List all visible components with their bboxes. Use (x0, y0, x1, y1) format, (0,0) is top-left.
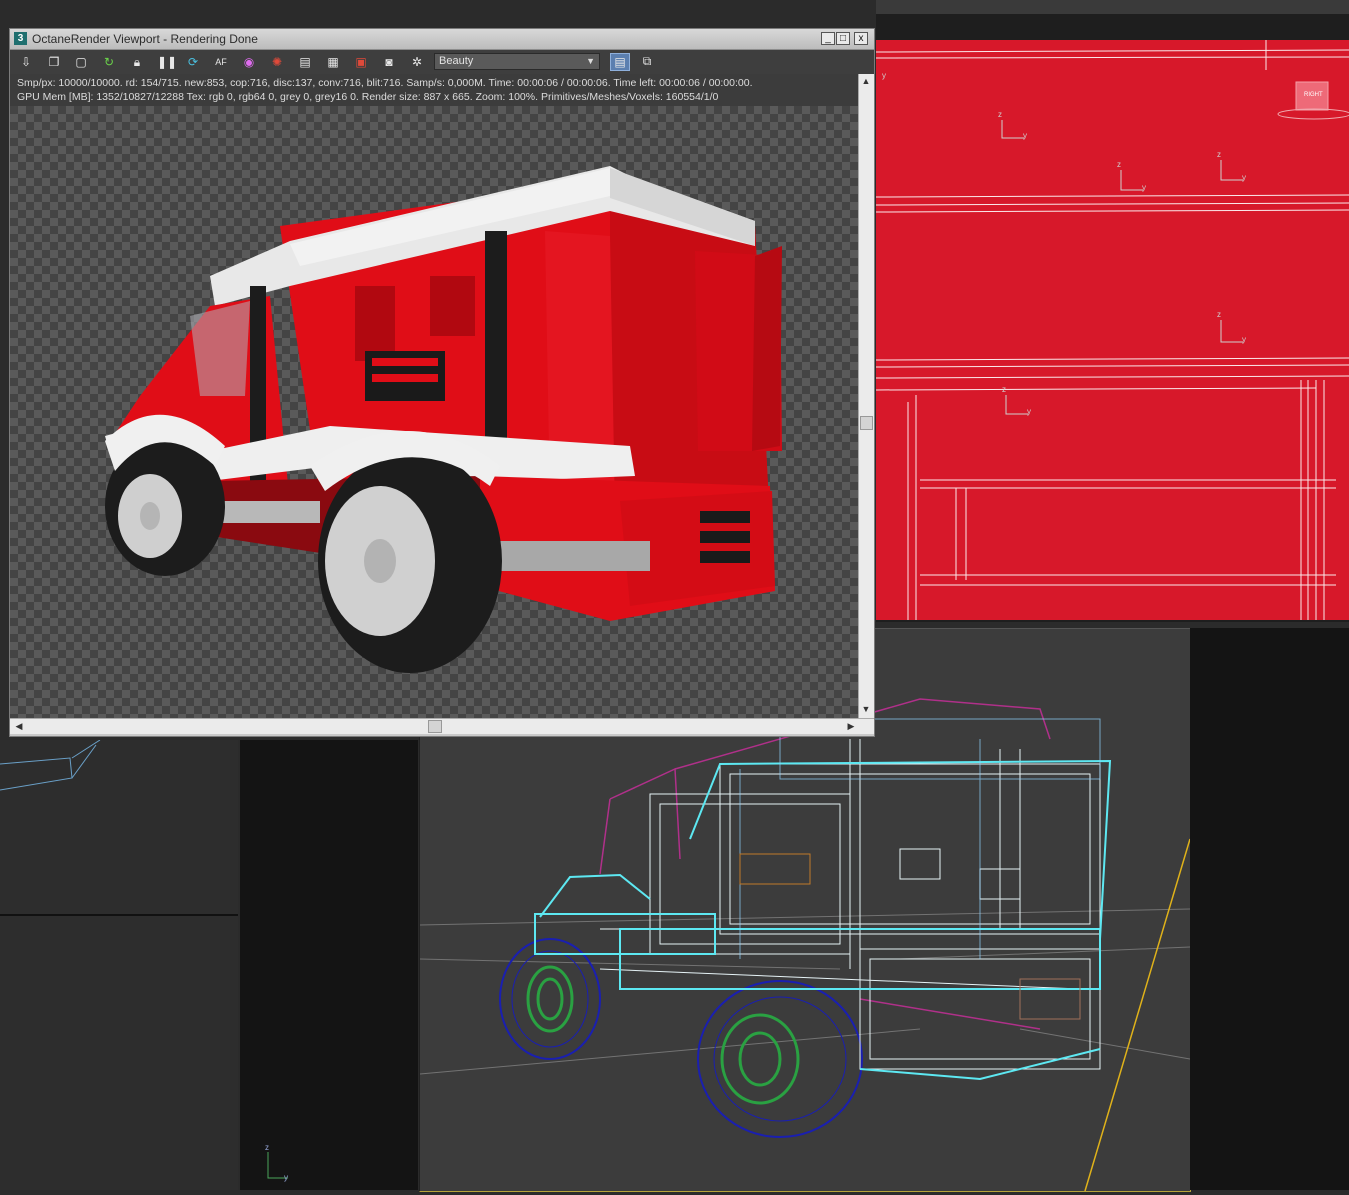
minimize-button[interactable]: _ (821, 32, 835, 45)
material-picker-icon[interactable]: ✺ (269, 54, 285, 70)
scroll-right-arrow[interactable]: ▶ (844, 719, 858, 733)
vertical-scroll-thumb[interactable] (860, 416, 873, 430)
horizontal-scrollbar[interactable]: ◀ ▶ (10, 718, 874, 734)
render-stats-line-1: Smp/px: 10000/10000. rd: 154/715. new:85… (17, 77, 753, 89)
info-panel-toggle[interactable]: ▤ (610, 53, 630, 71)
toolbar: ⇩ ❐ ▢ ↻ 🔒︎ ❚❚ ⟳ AF ◉ ✺ ▤ ▦ ▣ ◙ ✲ Beauty … (10, 50, 874, 74)
left-viewport[interactable] (0, 739, 238, 1190)
render-pass-select[interactable]: Beauty ▼ (434, 53, 600, 70)
maximize-button[interactable]: □ (836, 32, 850, 45)
screenshot-icon[interactable]: ◙ (381, 54, 397, 70)
right-viewport[interactable]: z y z y z y z y z y y RIGHT (876, 0, 1349, 622)
render-region-icon[interactable]: ▤ (297, 54, 313, 70)
wire-wheel-rear (697, 980, 863, 1138)
front-viewport-axis: z y (265, 1143, 288, 1182)
vertical-scrollbar[interactable]: ▲ ▼ (858, 74, 874, 718)
refresh-icon[interactable]: ⟳ (185, 54, 201, 70)
svg-text:y: y (1142, 183, 1146, 192)
svg-text:z: z (998, 110, 1002, 119)
horizontal-scroll-thumb[interactable] (428, 720, 442, 733)
axis-label-z: z (265, 1143, 269, 1152)
scroll-up-arrow[interactable]: ▲ (859, 74, 873, 88)
view-cube-label: RIGHT (1304, 92, 1323, 98)
lock-icon[interactable]: 🔒︎ (129, 54, 145, 70)
color-picker-icon[interactable]: ◉ (241, 54, 257, 70)
axis-label-y: y (284, 1173, 288, 1182)
render-canvas[interactable] (10, 106, 858, 718)
wire-wheel-front (499, 938, 601, 1060)
svg-text:z: z (1002, 385, 1006, 394)
copy-icon[interactable]: ❐ (46, 54, 62, 70)
rendered-fire-truck (105, 166, 782, 673)
render-pass-value: Beauty (439, 55, 474, 67)
title-bar[interactable]: 3 OctaneRender Viewport - Rendering Done… (10, 29, 874, 50)
svg-text:y: y (1023, 131, 1027, 140)
app-icon: 3 (14, 32, 27, 45)
chevron-down-icon: ▼ (586, 56, 595, 66)
svg-text:y: y (1242, 335, 1246, 344)
film-region-icon[interactable]: ▦ (325, 54, 341, 70)
camera-icon[interactable]: ▣ (353, 54, 369, 70)
zoom-region-icon[interactable]: ▢ (73, 54, 89, 70)
restart-icon[interactable]: ↻ (101, 54, 117, 70)
left-viewport-lines (0, 739, 238, 916)
autofocus-icon[interactable]: AF (213, 54, 229, 70)
scroll-left-arrow[interactable]: ◀ (12, 719, 26, 733)
save-render-icon[interactable]: ⇩ (18, 54, 34, 70)
svg-text:y: y (1242, 173, 1246, 182)
svg-text:z: z (1217, 150, 1221, 159)
svg-text:z: z (1217, 310, 1221, 319)
front-viewport[interactable]: z y (240, 740, 418, 1190)
fit-view-toggle[interactable]: ⧉ (637, 53, 657, 71)
svg-text:y: y (882, 71, 886, 80)
side-viewport[interactable] (1190, 628, 1349, 1190)
settings-icon[interactable]: ✲ (409, 54, 425, 70)
close-button[interactable]: x (854, 32, 868, 45)
pause-icon[interactable]: ❚❚ (157, 54, 177, 70)
render-stats-line-2: GPU Mem [MB]: 1352/10827/12288 Tex: rgb … (17, 91, 719, 103)
svg-text:z: z (1117, 160, 1121, 169)
octane-viewport-window[interactable]: 3 OctaneRender Viewport - Rendering Done… (9, 28, 875, 737)
right-viewport-wireframe: z y z y z y z y z y y (876, 40, 1349, 620)
render-statistics: Smp/px: 10000/10000. rd: 154/715. new:85… (10, 74, 858, 106)
svg-text:y: y (1027, 407, 1031, 416)
scroll-down-arrow[interactable]: ▼ (859, 702, 873, 716)
window-title: OctaneRender Viewport - Rendering Done (32, 32, 258, 46)
